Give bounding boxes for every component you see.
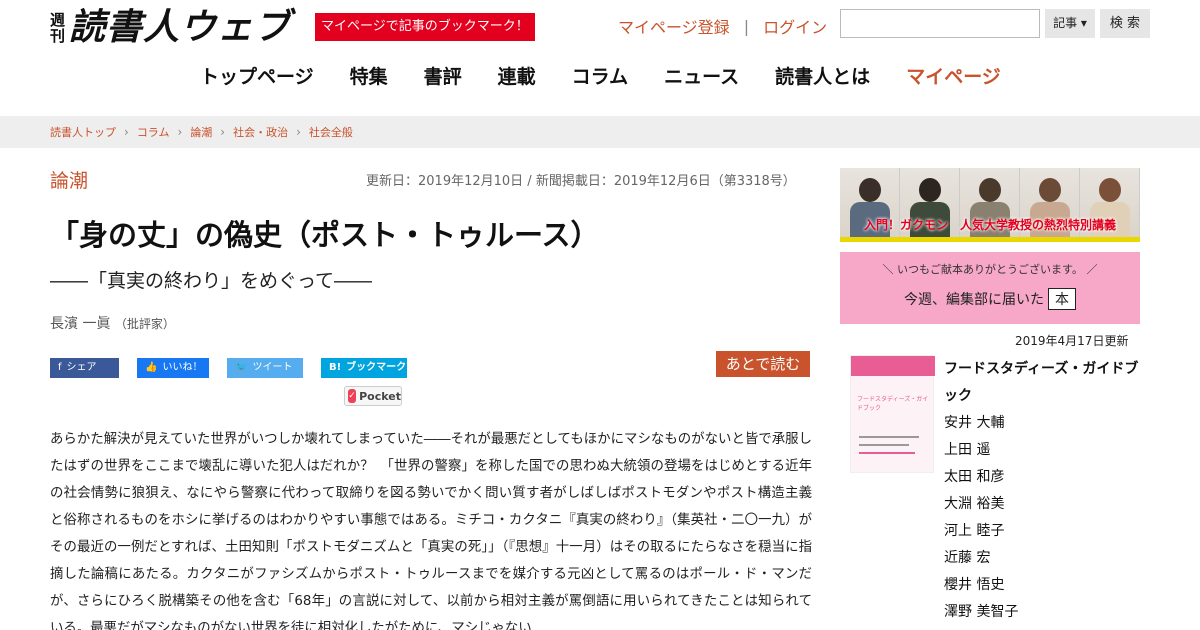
pocket-icon: ✓ [348,389,357,403]
register-link[interactable]: マイページ登録 [618,14,730,38]
book-author: 近藤 宏 [944,550,991,566]
twitter-tweet-button[interactable]: 🐦 ツイート [227,358,303,378]
banner-caption: 入門！ガクモン 人気大学教授の熱烈特別講義 [863,218,1116,232]
book-author: 澤野 美智子 [944,604,1019,620]
search-button[interactable]: 検 索 [1100,9,1150,38]
book-author: 櫻井 悟史 [944,577,1005,593]
like-label: いいね！ [162,362,203,373]
nav-item-reviews[interactable]: 書評 [424,62,462,89]
article-body: あらかた解決が見えていた世界がいつしか壊れてしまっていた――それが最悪だとしても… [50,432,812,630]
logo-weekly-bottom: 刊 [50,27,66,45]
breadcrumb-item[interactable]: 社会・政治 [233,124,288,140]
read-later-button[interactable]: あとで読む [716,351,810,377]
tweet-label: ツイート [252,362,293,373]
banner-accent-bar [840,237,1140,242]
breadcrumb-item[interactable]: 読書人トップ [50,124,116,140]
site-logo[interactable]: 週 刊 読書人ウェブ [50,8,291,48]
link-separator: | [743,16,750,36]
book-author: 河上 睦子 [944,523,1005,539]
breadcrumb-item[interactable]: コラム [137,124,170,140]
header-account-links: マイページ登録 | ログイン [618,14,827,38]
banner-thanks-text: ＼ いつもご献本ありがとうございます。 ／ [882,263,1098,276]
book-cover-image[interactable]: フードスタディーズ・ガイドブック [850,355,935,473]
nav-item-series[interactable]: 連載 [498,62,536,89]
nav-item-features[interactable]: 特集 [350,62,388,89]
main-nav: トップページ 特集 書評 連載 コラム ニュース 読書人とは マイページ [200,62,1001,89]
article-author: 長濱 一眞 （批評家） [50,313,175,333]
twitter-bird-icon: 🐦 [235,362,248,373]
chevron-right-icon: › [220,125,226,139]
breadcrumb-item[interactable]: 論潮 [190,124,212,140]
facebook-share-button[interactable]: f シェア [50,358,119,378]
nav-item-top[interactable]: トップページ [200,62,314,89]
hatena-b-icon: B! [329,362,342,373]
pocket-button[interactable]: ✓ Pocket [344,386,402,406]
search-type-select[interactable]: 記事 ▾ [1045,9,1095,38]
search-input[interactable] [840,9,1040,38]
author-name[interactable]: 長濱 一眞 [50,316,110,332]
chevron-right-icon: › [296,125,301,139]
gakumon-banner[interactable]: 入門！ガクモン 人気大学教授の熱烈特別講義 [840,168,1140,242]
book-authors: 安井 大輔 上田 遥 太田 和彦 大淵 裕美 河上 睦子 近藤 宏 櫻井 悟史 … [944,410,1018,626]
article-dates: 更新日：2019年12月10日 / 新聞掲載日：2019年12月6日（第3318… [366,174,796,189]
hatena-label: ブックマーク [346,362,407,373]
facebook-share-label: シェア [66,362,97,373]
banner-main-text: 今週、編集部に届いた本 [840,288,1140,310]
logo-main-text: 読書人ウェブ [69,7,292,48]
logo-weekly-top: 週 [50,11,66,29]
hatena-bookmark-button[interactable]: B! ブックマーク [321,358,407,378]
article-subtitle: ――「真実の終わり」をめぐって―― [50,270,373,292]
facebook-icon: f [58,362,62,373]
article-category[interactable]: 論潮 [50,166,88,193]
book-author: 太田 和彦 [944,469,1005,485]
pocket-label: Pocket [359,389,401,403]
article-title: 「身の丈」の偽史（ポスト・トゥルース） [50,218,600,252]
facebook-like-button[interactable]: 👍 いいね！ [137,358,209,378]
nav-item-news[interactable]: ニュース [664,62,739,89]
breadcrumb-item[interactable]: 社会全般 [309,124,353,140]
book-author: 安井 大輔 [944,415,1005,431]
book-author: 大淵 裕美 [944,496,1005,512]
login-link[interactable]: ログイン [763,14,827,38]
breadcrumb-bar: 読書人トップ › コラム › 論潮 › 社会・政治 › 社会全般 [0,116,1200,148]
banner-main-label: 今週、編集部に届いた [904,292,1044,308]
logo-weekly: 週 刊 [50,12,65,44]
chevron-right-icon: › [177,125,183,139]
sidebar-updated-date: 2019年4月17日更新 [1015,334,1129,348]
chevron-right-icon: › [124,125,129,139]
author-role: （批評家） [114,317,175,331]
nav-item-mypage[interactable]: マイページ [906,62,1001,89]
breadcrumb: 読書人トップ › コラム › 論潮 › 社会・政治 › 社会全般 [50,116,353,148]
nav-item-column[interactable]: コラム [572,62,628,89]
thumbs-up-icon: 👍 [145,362,158,373]
received-books-banner[interactable]: ＼ いつもご献本ありがとうございます。 ／ 今週、編集部に届いた本 [840,252,1140,324]
nav-item-about[interactable]: 読書人とは [775,62,870,89]
book-author: 上田 遥 [944,442,991,458]
share-buttons: f シェア 👍 いいね！ 🐦 ツイート B! ブックマーク [50,358,407,378]
book-cover-title: フードスタディーズ・ガイドブック [857,396,929,412]
book-title[interactable]: フードスタディーズ・ガイドブック [944,356,1140,410]
mypage-bookmark-banner[interactable]: マイページで記事のブックマーク！ [315,13,535,41]
book-badge: 本 [1048,288,1076,310]
